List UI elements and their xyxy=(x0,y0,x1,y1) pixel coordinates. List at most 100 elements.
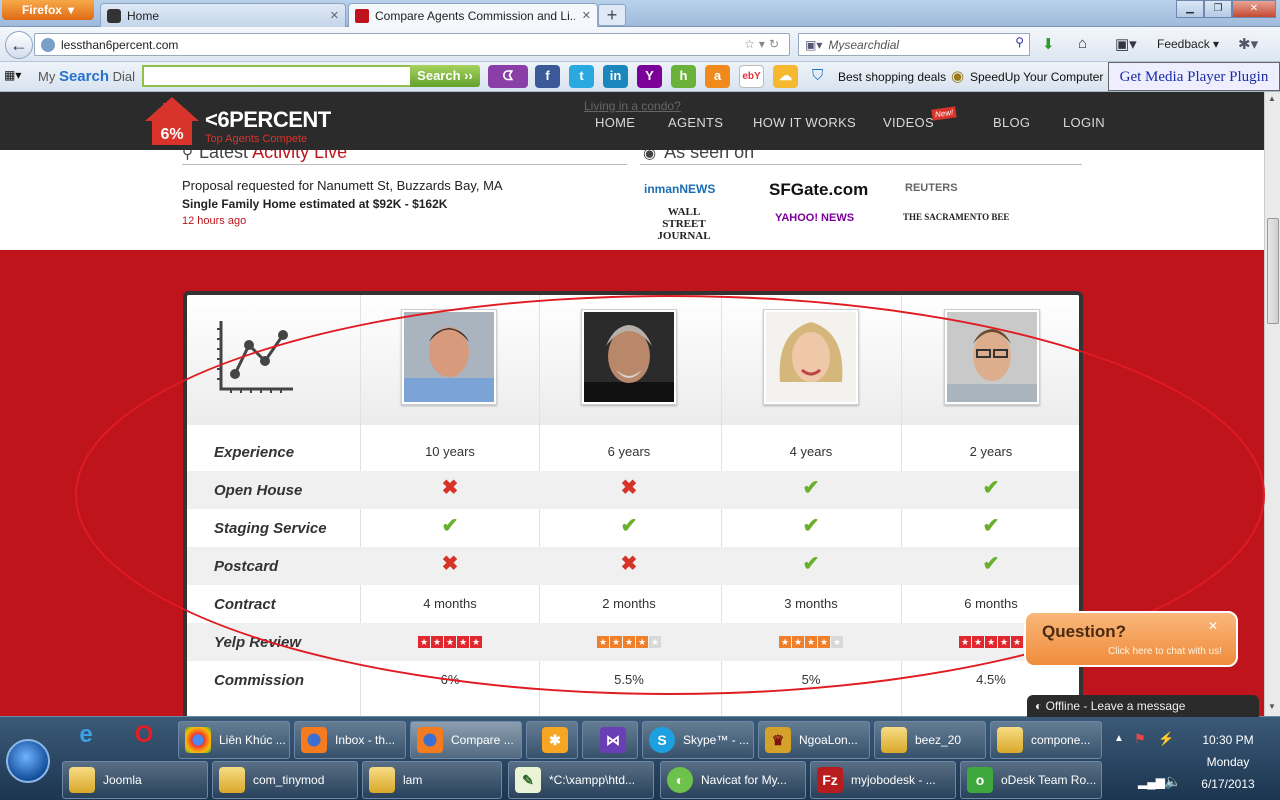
scroll-up-arrow-icon[interactable]: ▲ xyxy=(1268,94,1276,103)
activity-and-press-section: ⚲ Latest Activity Live Proposal requested… xyxy=(0,142,1264,250)
notepad-icon: ✎ xyxy=(515,767,541,793)
power-icon[interactable]: ⚡ xyxy=(1158,731,1174,747)
minimize-button[interactable]: ▁ xyxy=(1176,0,1204,18)
feedback-button[interactable]: Feedback ▾ xyxy=(1157,37,1219,51)
close-window-button[interactable]: ✕ xyxy=(1232,0,1276,18)
star-icon: ★ xyxy=(623,636,635,648)
speedup-computer-link[interactable]: SpeedUp Your Computer xyxy=(970,70,1103,84)
press-logo-yahoo: YAHOO! NEWS xyxy=(775,212,855,224)
nav-agents[interactable]: AGENTS xyxy=(668,115,723,130)
taskbar-item-ngoalong[interactable]: ♛ NgoaLon... xyxy=(758,721,870,759)
scrollbar-thumb[interactable] xyxy=(1267,218,1279,324)
close-tab-icon[interactable]: ✕ xyxy=(330,9,339,22)
taskbar-item-xampp[interactable]: ✱ xyxy=(526,721,578,759)
divider xyxy=(182,164,627,165)
divider xyxy=(640,164,1082,165)
scroll-down-arrow-icon[interactable]: ▼ xyxy=(1268,702,1276,711)
browser-search-box[interactable]: ▣▾ Mysearchdial ⚲ xyxy=(798,33,1030,56)
press-logo-inman: inmanNEWS xyxy=(644,182,716,196)
close-tab-icon[interactable]: ✕ xyxy=(582,9,591,22)
yahoo-icon[interactable]: Y xyxy=(637,65,662,88)
window-title-bar: Firefox ▾ Home ✕ Compare Agents Commissio… xyxy=(0,0,1280,27)
nav-how-it-works[interactable]: HOW IT WORKS xyxy=(753,115,856,130)
toolbar-search-input[interactable] xyxy=(142,65,412,87)
weather-icon[interactable]: ☁ xyxy=(773,65,798,88)
show-hidden-icons-icon[interactable]: ▲ xyxy=(1114,733,1124,744)
taskbar-item-visual-studio[interactable]: ⋈ xyxy=(582,721,638,759)
close-icon[interactable]: ✕ xyxy=(1208,619,1218,633)
search-placeholder: Mysearchdial xyxy=(828,37,900,52)
get-media-player-plugin-button[interactable]: Get Media Player Plugin xyxy=(1108,62,1280,91)
flag-icon[interactable]: ▦▾ xyxy=(4,68,21,82)
nav-login[interactable]: LOGIN xyxy=(1063,115,1105,130)
tab-home[interactable]: Home ✕ xyxy=(100,3,346,27)
agent-photo-1[interactable] xyxy=(401,309,497,405)
houzz-icon[interactable]: h xyxy=(671,65,696,88)
taskbar-item-firefox-inbox[interactable]: Inbox - th... xyxy=(294,721,406,759)
address-bar[interactable]: lessthan6percent.com ☆▾↻ xyxy=(34,33,790,56)
checkmark-icon: ✔ xyxy=(620,515,638,537)
taskbar-item-joomla[interactable]: Joomla xyxy=(62,761,208,799)
pacman-game-icon[interactable]: ᗧ xyxy=(488,65,528,88)
nav-videos[interactable]: VIDEOS xyxy=(883,115,934,130)
taskbar-item-notepad[interactable]: ✎ *C:\xampp\htd... xyxy=(508,761,654,799)
nav-home[interactable]: HOME xyxy=(595,115,635,130)
taskbar-item-firefox-compare[interactable]: Compare ... xyxy=(410,721,522,759)
bookmarks-menu-icon[interactable]: ▣▾ xyxy=(1115,35,1137,53)
taskbar-item-odesk[interactable]: o oDesk Team Ro... xyxy=(960,761,1102,799)
condo-link[interactable]: Living in a condo? xyxy=(584,99,681,113)
new-tab-button[interactable]: + xyxy=(598,4,626,26)
clock-time: 10:30 PM xyxy=(1202,733,1254,747)
agent-photo-3[interactable] xyxy=(763,309,859,405)
chat-question-bubble[interactable]: Question? Click here to chat with us! ✕ xyxy=(1024,611,1238,667)
amazon-icon[interactable]: a xyxy=(705,65,730,88)
search-icon[interactable]: ⚲ xyxy=(1015,35,1024,49)
taskbar-item-filezilla[interactable]: Fz myjobodesk - ... xyxy=(810,761,956,799)
url-text: lessthan6percent.com xyxy=(61,37,179,52)
agent-photo-4[interactable] xyxy=(944,309,1040,405)
taskbar-item-components[interactable]: compone... xyxy=(990,721,1102,759)
taskbar-item-navicat[interactable]: ◐ Navicat for My... xyxy=(660,761,806,799)
offline-chat-bar[interactable]: ◐ Offline - Leave a message xyxy=(1027,695,1259,717)
agent-photo-2[interactable] xyxy=(581,309,677,405)
opera-icon[interactable]: O xyxy=(124,721,164,757)
page-vertical-scrollbar[interactable]: ▲ ▼ xyxy=(1264,92,1280,716)
download-arrow-icon[interactable]: ⬇ xyxy=(1042,35,1055,53)
volume-icon[interactable]: 🔈 xyxy=(1164,773,1181,790)
row-contract: Contract 4 months 2 months 3 months 6 mo… xyxy=(187,585,1079,623)
addon-icon[interactable]: ✱▾ xyxy=(1238,35,1258,53)
site-logo[interactable]: 6% <6PERCENT Top Agents Compete xyxy=(143,95,331,147)
action-center-icon[interactable]: ⚑ xyxy=(1134,731,1146,747)
taskbar-item-com-tinymod[interactable]: com_tinymod xyxy=(212,761,358,799)
bookmark-star-icon[interactable]: ☆▾↻ xyxy=(744,37,783,51)
taskbar-item-beez20[interactable]: beez_20 xyxy=(874,721,986,759)
ebay-icon[interactable]: ebY xyxy=(739,65,764,88)
feature-cell: ✔ xyxy=(721,516,901,536)
maximize-button[interactable]: ❐ xyxy=(1204,0,1232,18)
back-button[interactable]: ← xyxy=(5,31,33,59)
chat-status-icon: ◐ xyxy=(1035,699,1046,713)
taskbar-item-lam[interactable]: lam xyxy=(362,761,502,799)
logo-percent: 6% xyxy=(160,126,183,143)
facebook-icon[interactable]: f xyxy=(535,65,560,88)
system-clock[interactable]: 10:30 PM Monday 6/17/2013 xyxy=(1180,729,1276,795)
yelp-cell: ★ ★ ★ ★ ★ xyxy=(360,633,540,648)
feature-cell: ✖ xyxy=(360,554,540,574)
linkedin-icon[interactable]: in xyxy=(603,65,628,88)
start-button[interactable] xyxy=(6,739,50,783)
toolbar-search-button[interactable]: Search ›› xyxy=(410,65,480,87)
network-icon[interactable]: ▂▄▆ xyxy=(1138,775,1165,789)
home-icon[interactable]: ⌂ xyxy=(1078,35,1087,52)
star-icon: ★ xyxy=(959,636,971,648)
internet-explorer-icon[interactable]: e xyxy=(66,721,106,757)
nav-blog[interactable]: BLOG xyxy=(993,115,1030,130)
best-shopping-deals-link[interactable]: Best shopping deals xyxy=(838,70,946,84)
chat-subtitle: Click here to chat with us! xyxy=(1108,646,1222,657)
taskbar-item-skype[interactable]: S Skype™ - ... xyxy=(642,721,754,759)
clock-date: 6/17/2013 xyxy=(1201,777,1255,791)
tab-compare-agents[interactable]: Compare Agents Commission and Li... ✕ xyxy=(348,3,598,27)
firefox-menu-button[interactable]: Firefox ▾ xyxy=(2,0,94,20)
twitter-icon[interactable]: t xyxy=(569,65,594,88)
taskbar-item-chrome[interactable]: Liên Khúc ... xyxy=(178,721,290,759)
search-engine-icon: ▣▾ xyxy=(805,37,823,52)
